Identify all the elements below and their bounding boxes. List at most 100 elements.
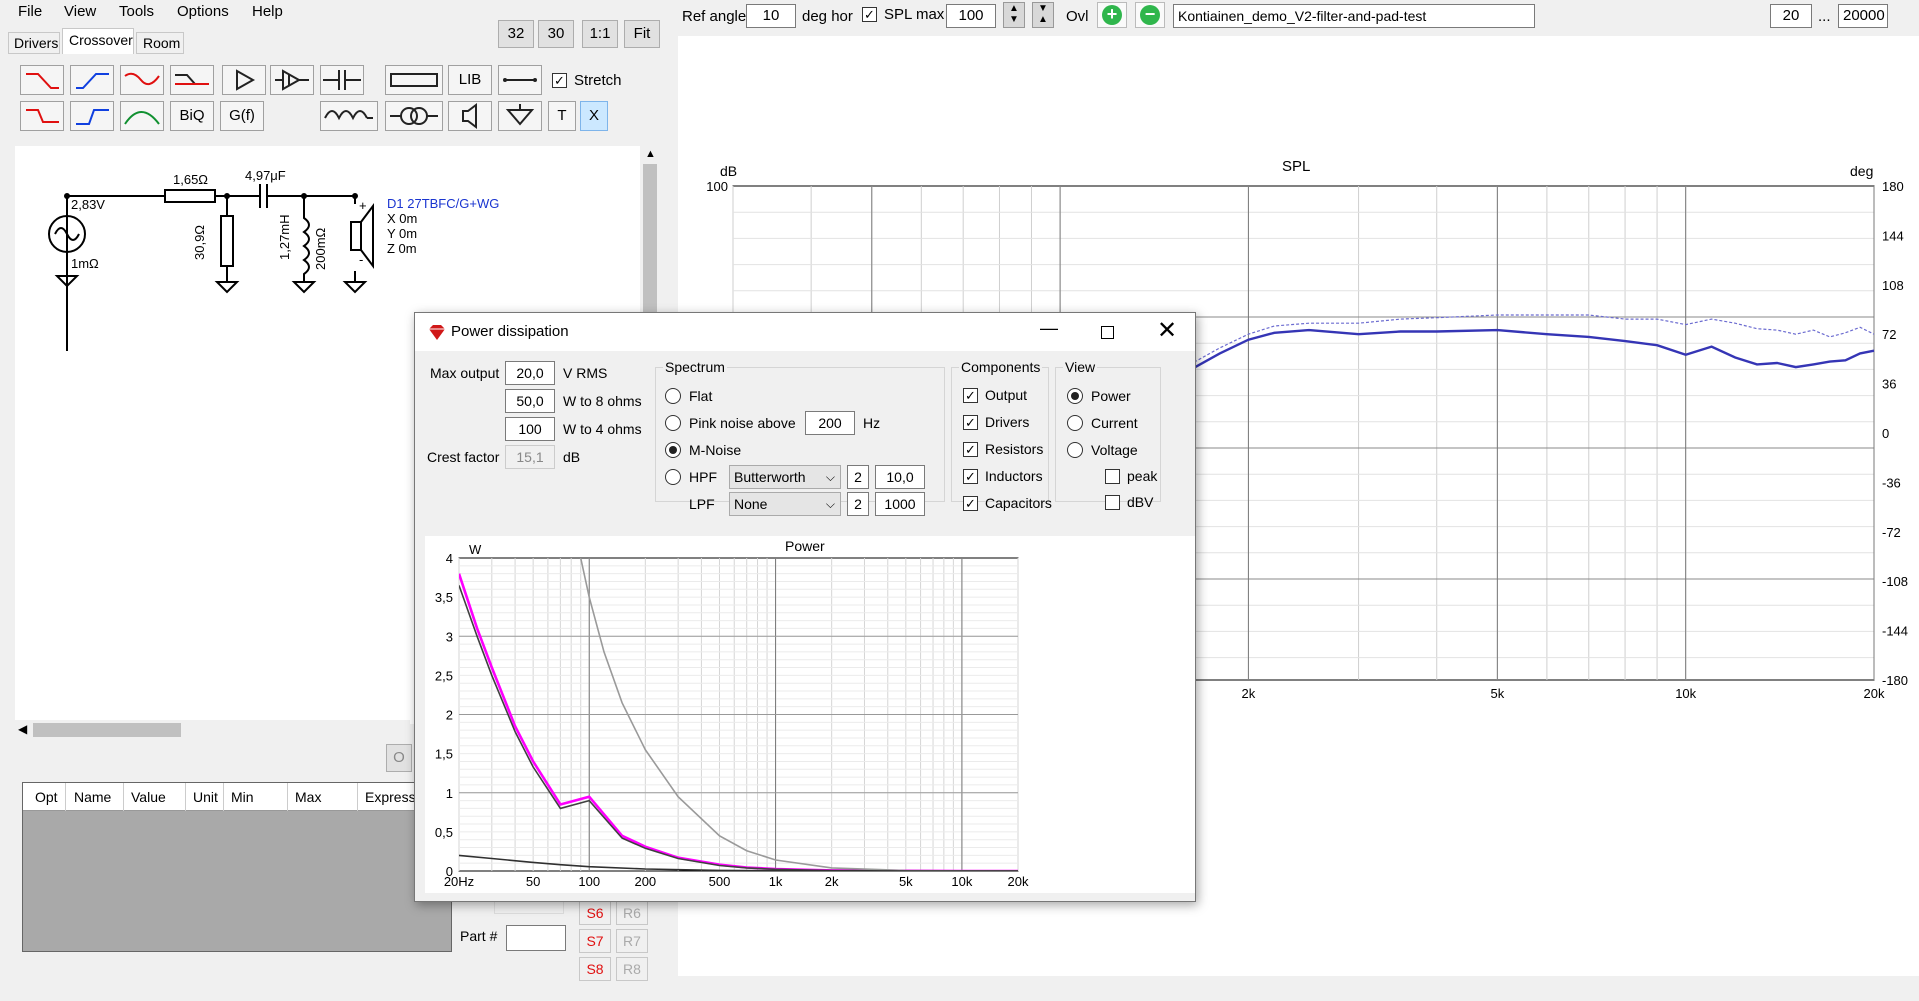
r6-button[interactable]: R6 bbox=[616, 901, 648, 925]
power-radio[interactable] bbox=[1067, 388, 1083, 404]
power-dissipation-dialog[interactable]: Power dissipation — ✕ Max output 20,0 V … bbox=[414, 312, 1196, 902]
inductors-checkbox[interactable]: ✓ bbox=[963, 469, 978, 484]
s8-button[interactable]: S8 bbox=[579, 957, 611, 981]
opamp-tool[interactable] bbox=[270, 65, 314, 95]
hpf-type-select[interactable]: Butterworth ⌵ bbox=[729, 465, 841, 489]
project-name-input[interactable]: Kontiainen_demo_V2-filter-and-pad-test bbox=[1173, 4, 1535, 28]
spin-limits-icon[interactable]: ▼ ▲ bbox=[1032, 2, 1054, 28]
m-noise-radio[interactable] bbox=[665, 442, 681, 458]
drivers-checkbox[interactable]: ✓ bbox=[963, 415, 978, 430]
library-button[interactable]: LIB bbox=[448, 65, 492, 95]
ref-angle-input[interactable]: 10 bbox=[746, 4, 796, 28]
inductor-tool[interactable] bbox=[320, 101, 378, 131]
scroll-up-arrow-icon[interactable]: ▲ bbox=[645, 148, 656, 160]
bandpass-tool[interactable] bbox=[120, 101, 164, 131]
col-name[interactable]: Name bbox=[74, 789, 111, 805]
lowpass2-tool[interactable] bbox=[20, 101, 64, 131]
hpf-order-input[interactable]: 2 bbox=[847, 465, 869, 489]
part-number-input[interactable] bbox=[506, 925, 566, 951]
tab-drivers[interactable]: Drivers bbox=[8, 32, 60, 54]
current-radio[interactable] bbox=[1067, 415, 1083, 431]
col-min[interactable]: Min bbox=[231, 789, 254, 805]
col-opt[interactable]: Opt bbox=[35, 789, 58, 805]
amp-tool[interactable] bbox=[222, 65, 266, 95]
delete-tool-button[interactable]: X bbox=[580, 101, 608, 131]
s7-button[interactable]: S7 bbox=[579, 929, 611, 953]
bandstop-tool[interactable] bbox=[120, 65, 164, 95]
maximize-icon[interactable] bbox=[1101, 326, 1114, 339]
vscroll-thumb[interactable] bbox=[643, 164, 657, 324]
menu-view[interactable]: View bbox=[64, 3, 96, 20]
pink-noise-freq-input[interactable]: 200 bbox=[805, 411, 855, 435]
minimize-icon[interactable]: — bbox=[1040, 318, 1058, 339]
power-chart-panel[interactable]: 4 3,5 3 2,5 2 1,5 1 0,5 0 20Hz 50 100 200 500 1k 2k 5k 10… bbox=[425, 536, 1195, 893]
menu-options[interactable]: Options bbox=[177, 3, 229, 20]
w-to-8-ohms-input[interactable]: 50,0 bbox=[505, 389, 555, 413]
highpass1-tool[interactable] bbox=[70, 65, 114, 95]
pink-noise-radio[interactable] bbox=[665, 415, 681, 431]
driver-tool[interactable] bbox=[448, 101, 492, 131]
peak-label: peak bbox=[1127, 468, 1158, 484]
freq-max-input[interactable]: 20000 bbox=[1838, 4, 1888, 28]
spl-max-checkbox[interactable]: ✓ bbox=[862, 7, 877, 22]
close-icon[interactable]: ✕ bbox=[1157, 316, 1177, 345]
text-tool-button[interactable]: T bbox=[548, 101, 576, 131]
zoom-30-button[interactable]: 30 bbox=[538, 20, 574, 48]
zoom-32-button[interactable]: 32 bbox=[498, 20, 534, 48]
biquad-button[interactable]: BiQ bbox=[170, 101, 214, 131]
add-overlay-button[interactable]: + bbox=[1097, 2, 1127, 28]
part-number-label: Part # bbox=[460, 928, 498, 944]
r7-button[interactable]: R7 bbox=[616, 929, 648, 953]
lpf-order-input[interactable]: 2 bbox=[847, 492, 869, 516]
spin-updown-icon[interactable]: ▲ ▼ bbox=[1003, 2, 1025, 28]
output-checkbox[interactable]: ✓ bbox=[963, 388, 978, 403]
r8-button[interactable]: R8 bbox=[616, 957, 648, 981]
hscroll-thumb[interactable] bbox=[33, 723, 181, 737]
tab-crossover[interactable]: Crossover bbox=[62, 28, 134, 54]
dbv-checkbox[interactable] bbox=[1105, 495, 1120, 510]
lpf-freq-input[interactable]: 1000 bbox=[875, 492, 925, 516]
hpf-radio[interactable] bbox=[665, 469, 681, 485]
resistor-tool[interactable] bbox=[385, 65, 443, 95]
zoom-1-1-button[interactable]: 1:1 bbox=[582, 20, 618, 48]
peak-checkbox[interactable] bbox=[1105, 469, 1120, 484]
voltage-radio[interactable] bbox=[1067, 442, 1083, 458]
fit-button[interactable]: Fit bbox=[624, 20, 660, 48]
scroll-left-arrow-icon[interactable]: ◀ bbox=[18, 722, 27, 736]
lowpass1-tool[interactable] bbox=[20, 65, 64, 95]
optimizer-table[interactable]: Opt Name Value Unit Min Max Expressi bbox=[22, 782, 452, 952]
resistors-checkbox[interactable]: ✓ bbox=[963, 442, 978, 457]
col-value[interactable]: Value bbox=[131, 789, 166, 805]
lpf-type-select[interactable]: None ⌵ bbox=[729, 492, 841, 516]
max-output-input[interactable]: 20,0 bbox=[505, 361, 555, 385]
shelf-tool[interactable] bbox=[170, 65, 214, 95]
w-to-8-ohms-label: W to 8 ohms bbox=[563, 393, 642, 409]
col-expression[interactable]: Expressi bbox=[365, 789, 419, 805]
col-unit[interactable]: Unit bbox=[193, 789, 218, 805]
hpf-freq-input[interactable]: 10,0 bbox=[875, 465, 925, 489]
capacitor-tool[interactable] bbox=[320, 65, 364, 95]
components-group-title: Components bbox=[959, 359, 1043, 375]
menu-tools[interactable]: Tools bbox=[119, 3, 154, 20]
stretch-checkbox[interactable]: ✓ bbox=[552, 73, 567, 88]
capacitors-checkbox[interactable]: ✓ bbox=[963, 496, 978, 511]
menu-file[interactable]: File bbox=[18, 3, 42, 20]
s6-button[interactable]: S6 bbox=[579, 901, 611, 925]
spl-max-input[interactable]: 100 bbox=[946, 4, 996, 28]
menu-help[interactable]: Help bbox=[252, 3, 283, 20]
ground-tool[interactable] bbox=[498, 101, 542, 131]
transformer-tool[interactable] bbox=[385, 101, 443, 131]
freq-min-input[interactable]: 20 bbox=[1770, 4, 1812, 28]
tab-room[interactable]: Room bbox=[136, 32, 184, 54]
w-to-4-ohms-input[interactable]: 100 bbox=[505, 417, 555, 441]
schematic-hscrollbar[interactable]: ◀ bbox=[15, 720, 410, 740]
transfer-function-button[interactable]: G(f) bbox=[220, 101, 264, 131]
dialog-titlebar[interactable]: Power dissipation — ✕ bbox=[415, 313, 1195, 351]
remove-overlay-button[interactable]: − bbox=[1135, 2, 1165, 28]
highpass2-tool[interactable] bbox=[70, 101, 114, 131]
wire-tool[interactable] bbox=[498, 65, 542, 95]
power-y-tick-label: 1,5 bbox=[435, 747, 453, 762]
o-button[interactable]: O bbox=[386, 744, 412, 772]
flat-radio[interactable] bbox=[665, 388, 681, 404]
col-max[interactable]: Max bbox=[295, 789, 321, 805]
